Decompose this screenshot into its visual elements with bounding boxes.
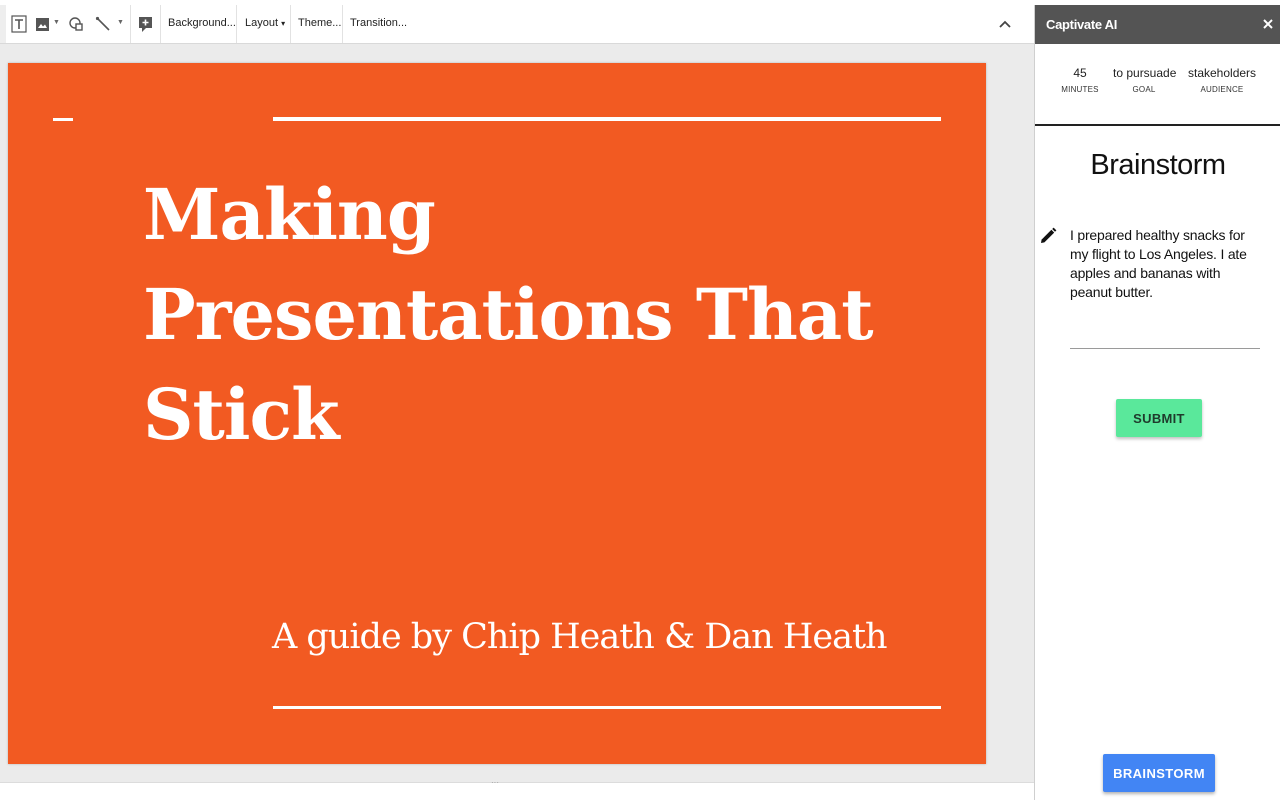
stat-label: AUDIENCE [1200,85,1244,94]
panel-title: Captivate AI [1046,17,1118,32]
slide-canvas: Making Presentations That Stick A guide … [0,44,1034,782]
toolbar-separator [290,5,291,43]
new-comment-icon[interactable] [137,12,153,36]
panel-header: Captivate AI [1035,5,1280,44]
speaker-notes-strip[interactable] [0,782,1034,800]
captivate-panel: Captivate AI 45 MINUTES to pursuade GOAL… [1034,5,1280,800]
slide-title[interactable]: Making Presentations That Stick [143,165,903,465]
stat-value: stakeholders [1188,66,1257,80]
toolbar-separator [236,5,237,43]
slide[interactable]: Making Presentations That Stick A guide … [8,63,986,764]
toolbar-separator [130,5,131,43]
shape-icon[interactable] [67,12,85,36]
image-icon[interactable] [34,12,50,36]
toolbar-separator [160,5,161,43]
stat-value: 45 [1073,66,1087,80]
stat-goal: to pursuade GOAL [1113,66,1177,94]
slide-top-rule [273,117,941,121]
toolbar-edge [0,5,6,43]
image-dropdown-caret[interactable]: ▼ [53,19,60,26]
layout-label: Layout [245,17,279,29]
brainstorm-button[interactable]: BRAINSTORM [1103,754,1215,792]
slide-title-line: Making [143,173,436,256]
toolbar-separator [342,5,343,43]
close-icon[interactable] [1261,17,1275,31]
slide-subtitle[interactable]: A guide by Chip Heath & Dan Heath [272,615,888,659]
idea-input-underline [1070,348,1260,349]
chevron-up-icon[interactable] [996,15,1014,33]
presentation-stats: 45 MINUTES to pursuade GOAL stakeholders… [1035,44,1280,126]
slide-accent-dash [53,118,73,121]
background-button[interactable]: Background... [168,17,236,29]
stat-minutes: 45 MINUTES [1057,66,1103,94]
transition-button[interactable]: Transition... [350,17,407,29]
stat-value: to pursuade [1113,66,1177,80]
line-dropdown-caret[interactable]: ▼ [117,19,124,26]
layout-caret: ▾ [281,19,286,28]
slides-toolbar: ▼ ▼ Background... Layout ▾ Theme... Tran… [0,5,1034,44]
stat-label: GOAL [1132,85,1156,94]
pencil-icon [1039,227,1057,245]
stat-label: MINUTES [1061,85,1099,94]
resize-handle[interactable]: ··· [488,779,502,787]
stat-audience: stakeholders AUDIENCE [1188,66,1256,94]
text-box-icon[interactable] [10,12,28,36]
slide-title-line: Stick [143,373,340,456]
brainstorm-heading: Brainstorm [1090,149,1226,181]
slide-bottom-rule [273,706,941,709]
layout-button[interactable]: Layout ▾ [245,17,285,29]
submit-button[interactable]: SUBMIT [1116,399,1202,437]
line-icon[interactable] [94,12,112,36]
idea-input[interactable]: I prepared healthy snacks for my flight … [1070,226,1260,302]
theme-button[interactable]: Theme... [298,17,341,29]
slide-title-line: Presentations That [143,273,874,356]
